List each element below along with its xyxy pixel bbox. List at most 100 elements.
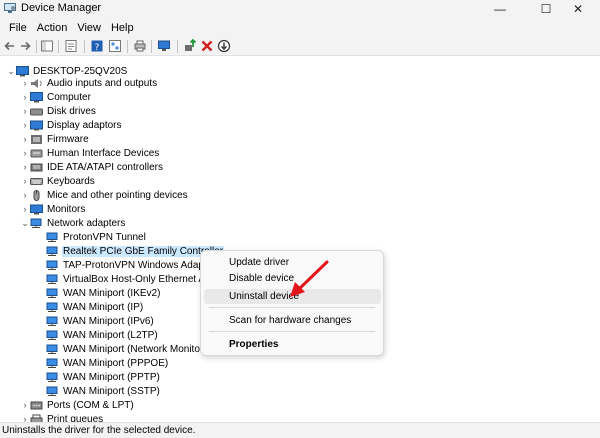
minimize-button[interactable]: — <box>477 0 523 18</box>
menu-scan-hardware[interactable]: Scan for hardware changes <box>204 313 381 328</box>
show-hide-icon[interactable] <box>40 39 54 53</box>
network-device-selected[interactable]: Realtek PCIe GbE Family Controller <box>46 244 225 258</box>
category-label: Human Interface Devices <box>47 147 160 159</box>
expand-chevron-icon[interactable]: › <box>20 91 30 103</box>
tree-category[interactable]: › Keyboards <box>20 174 96 188</box>
network-device[interactable]: TAP-ProtonVPN Windows Adapte <box>46 258 213 272</box>
network-device[interactable]: WAN Miniport (PPPOE) <box>46 356 169 370</box>
device-manager-icon <box>4 3 16 13</box>
category-label: Audio inputs and outputs <box>47 77 158 89</box>
tree-category[interactable]: › Audio inputs and outputs <box>20 76 158 90</box>
menu-properties[interactable]: Properties <box>204 337 381 352</box>
expand-chevron-icon[interactable]: › <box>20 413 30 422</box>
maximize-icon: ☐ <box>540 2 552 16</box>
root-label: DESKTOP-25QV20S <box>33 65 128 77</box>
close-button[interactable]: ✕ <box>555 0 600 18</box>
status-text: Uninstalls the driver for the selected d… <box>2 425 196 436</box>
tree-category[interactable]: › Monitors <box>20 202 86 216</box>
expand-chevron-icon[interactable]: › <box>20 189 30 201</box>
download-icon[interactable] <box>217 39 231 53</box>
category-label: Keyboards <box>47 175 95 187</box>
collapse-chevron-icon[interactable]: ⌄ <box>6 65 16 77</box>
network-adapter-icon <box>46 330 58 340</box>
network-device[interactable]: ProtonVPN Tunnel <box>46 230 147 244</box>
tree-category[interactable]: › Print queues <box>20 412 104 422</box>
tree-category[interactable]: › Disk drives <box>20 104 97 118</box>
network-device[interactable]: WAN Miniport (SSTP) <box>46 384 161 398</box>
help-icon[interactable]: ? <box>90 39 104 53</box>
network-adapter-icon <box>46 344 58 354</box>
category-label: Display adaptors <box>47 119 122 131</box>
network-device[interactable]: WAN Miniport (IKEv2) <box>46 286 161 300</box>
category-label: Monitors <box>47 203 86 215</box>
forward-icon[interactable] <box>18 39 32 53</box>
menu-separator <box>209 331 375 332</box>
menu-disable-device[interactable]: Disable device <box>204 271 381 286</box>
network-adapter-icon <box>46 232 58 242</box>
uninstall-icon[interactable] <box>200 39 214 53</box>
network-adapter-icon <box>46 288 58 298</box>
expand-chevron-icon[interactable]: › <box>20 203 30 215</box>
network-adapter-icon <box>30 218 42 228</box>
category-label: Computer <box>47 91 91 103</box>
network-device[interactable]: WAN Miniport (IPv6) <box>46 314 155 328</box>
hid-icon <box>30 149 43 157</box>
menu-help[interactable]: Help <box>106 22 139 34</box>
expand-chevron-icon[interactable]: › <box>20 147 30 159</box>
expand-chevron-icon[interactable]: › <box>20 175 30 187</box>
context-menu: Update driver Disable device Uninstall d… <box>200 250 384 356</box>
device-label: WAN Miniport (IP) <box>63 301 144 313</box>
expand-chevron-icon[interactable]: › <box>20 119 30 131</box>
menu-update-driver[interactable]: Update driver <box>204 255 381 270</box>
menu-item-label: Disable device <box>229 273 295 284</box>
menu-action[interactable]: Action <box>32 22 73 34</box>
print-icon[interactable] <box>133 39 147 53</box>
category-label: Network adapters <box>47 217 126 229</box>
close-icon: ✕ <box>572 2 584 16</box>
firmware-icon <box>31 134 42 144</box>
device-label: WAN Miniport (IPv6) <box>63 315 154 327</box>
tree-category[interactable]: › Ports (COM & LPT) <box>20 398 135 412</box>
network-adapter-icon <box>46 358 58 368</box>
menu-item-label: Update driver <box>229 257 290 268</box>
network-device[interactable]: WAN Miniport (Network Monitor) <box>46 342 208 356</box>
category-label: Disk drives <box>47 105 96 117</box>
expand-chevron-icon[interactable]: › <box>20 105 30 117</box>
update-driver-icon[interactable] <box>183 39 197 53</box>
menu-view[interactable]: View <box>72 22 106 34</box>
device-label: VirtualBox Host-Only Ethernet Ad <box>63 273 211 285</box>
speaker-icon <box>31 78 42 88</box>
expand-chevron-icon[interactable]: › <box>20 133 30 145</box>
tree-category[interactable]: › Human Interface Devices <box>20 146 160 160</box>
tree-category[interactable]: › Mice and other pointing devices <box>20 188 189 202</box>
view-icon[interactable] <box>108 39 122 53</box>
device-label: TAP-ProtonVPN Windows Adapte <box>63 259 213 271</box>
tree-category[interactable]: › Computer <box>20 90 92 104</box>
network-device[interactable]: VirtualBox Host-Only Ethernet Ad <box>46 272 212 286</box>
tree-category[interactable]: › IDE ATA/ATAPI controllers <box>20 160 164 174</box>
menu-uninstall-device[interactable]: Uninstall device <box>204 289 381 304</box>
network-device[interactable]: WAN Miniport (L2TP) <box>46 328 159 342</box>
computer-icon <box>16 65 29 76</box>
network-adapter-icon <box>46 386 58 396</box>
tree-category[interactable]: › Display adaptors <box>20 118 122 132</box>
expand-chevron-icon[interactable]: › <box>20 399 30 411</box>
monitor-icon[interactable] <box>157 39 171 53</box>
collapse-chevron-icon[interactable]: ⌄ <box>20 217 30 229</box>
network-adapter-icon <box>46 316 58 326</box>
menu-bar: File Action View Help <box>0 18 600 38</box>
expand-chevron-icon[interactable]: › <box>20 161 30 173</box>
expand-chevron-icon[interactable]: › <box>20 77 30 89</box>
device-label: WAN Miniport (PPTP) <box>63 371 160 383</box>
menu-item-label: Scan for hardware changes <box>229 315 352 326</box>
tree-category[interactable]: › Firmware <box>20 132 90 146</box>
network-adapter-icon <box>46 274 58 284</box>
network-device[interactable]: WAN Miniport (IP) <box>46 300 144 314</box>
minimize-icon: — <box>494 2 506 16</box>
tree-category-network[interactable]: ⌄ Network adapters <box>20 216 126 230</box>
menu-file[interactable]: File <box>4 22 32 34</box>
back-icon[interactable] <box>3 39 17 53</box>
properties-icon[interactable] <box>64 39 78 53</box>
network-device[interactable]: WAN Miniport (PPTP) <box>46 370 161 384</box>
device-tree: ⌄ DESKTOP-25QV20S › Audio inputs and out… <box>0 57 600 422</box>
